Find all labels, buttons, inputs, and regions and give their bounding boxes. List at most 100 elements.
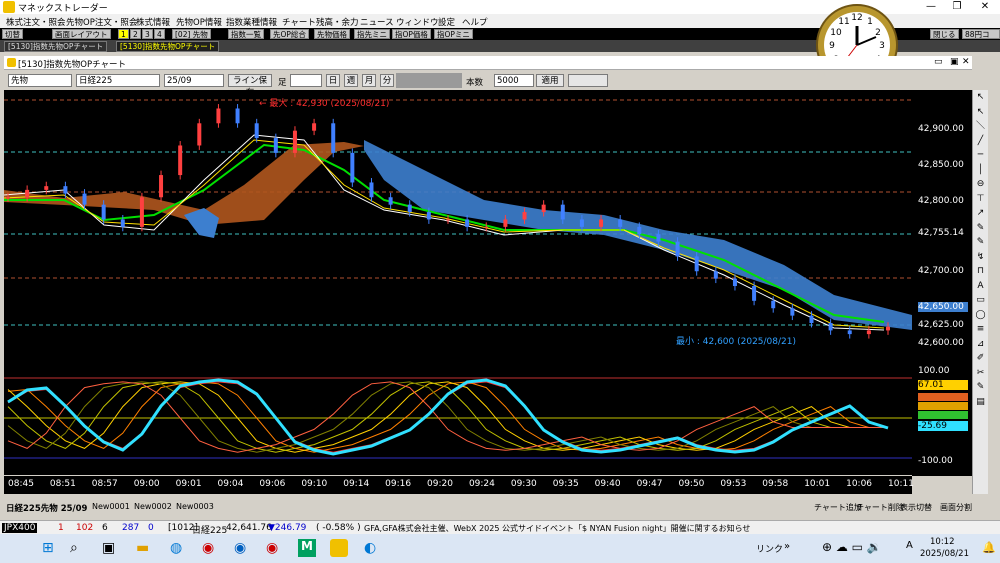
edge-icon[interactable]: ◍ (170, 540, 182, 556)
tray-chevron-icon[interactable]: » (784, 541, 790, 552)
candles (6, 104, 890, 339)
unit-minute-button[interactable]: 分 (380, 74, 394, 87)
chart-minimize-icon[interactable]: ▭ (934, 57, 943, 67)
tab-new0003[interactable]: New0003 (176, 502, 214, 511)
layout-select[interactable]: 画面レイアウト (52, 29, 111, 39)
menu-item[interactable]: ニュース (360, 16, 394, 28)
tab-nikkei-futures[interactable]: 日経225先物 25/09 (6, 502, 87, 514)
status-n1: 1 (58, 523, 64, 533)
chart-maximize-icon[interactable]: ▣ (950, 57, 959, 67)
toolbar-switch-button[interactable]: 切替 (2, 29, 23, 39)
candle-body (101, 204, 106, 220)
redacted-area (396, 73, 462, 88)
x-tick: 09:06 (259, 479, 286, 489)
contract-month-select[interactable]: 25/09 (164, 74, 224, 87)
layout-2-button[interactable]: 2 (130, 29, 141, 39)
display-switch-button[interactable]: 表示切替 (900, 502, 932, 513)
menu-item[interactable]: 先物OP情報 (176, 16, 222, 28)
apply-button[interactable]: 適用 (536, 74, 564, 87)
status-price: 42,641.76 (226, 523, 272, 533)
delete-chart-button[interactable]: チャート削除 (856, 502, 904, 513)
oscillator-panel[interactable] (4, 360, 912, 475)
op-summary-button[interactable]: 先OP総合 (270, 29, 309, 39)
osc-top-tick: 100.00 (918, 366, 950, 376)
screen-split-button[interactable]: 画面分割 (940, 502, 972, 513)
line-save-button[interactable]: ライン保存 (228, 74, 272, 98)
tab-new0002[interactable]: New0002 (134, 502, 172, 511)
menu-item[interactable]: チャート (282, 16, 316, 28)
candle-body (216, 108, 221, 124)
maximize-icon[interactable]: ❐ (946, 0, 968, 14)
windows-start-icon[interactable]: ⊞ (42, 540, 54, 556)
edge-browser-icon[interactable]: ◐ (364, 540, 376, 556)
menu-item[interactable]: 先物OP注文・照会 (66, 16, 137, 28)
candle-body (599, 219, 604, 227)
candle-body (732, 278, 737, 287)
mini-button[interactable]: 指先ミニ (354, 29, 390, 39)
op-mini-button[interactable]: 指OPミニ (434, 29, 473, 39)
menu-item[interactable]: 株式注文・照会 (6, 16, 66, 28)
menu-item[interactable]: 残高・余力 (316, 16, 359, 28)
candle-body (6, 197, 10, 199)
count-input[interactable]: 5000 (494, 74, 534, 87)
file-explorer-icon[interactable]: ▬ (136, 540, 149, 556)
unit-month-button[interactable]: 月 (362, 74, 376, 87)
news-ticker[interactable]: GFA,GFA株式会社主催、WebX 2025 公式サイドイベント「$ NYAN… (364, 523, 750, 534)
unit-day-button[interactable]: 日 (326, 74, 340, 87)
menu-item[interactable]: 株式情報 (136, 16, 170, 28)
status-percent: ( -0.58% ) (316, 523, 361, 533)
foot-value-input[interactable] (290, 74, 322, 87)
op-price-button[interactable]: 指OP価格 (392, 29, 431, 39)
app-icon-1[interactable]: ◉ (202, 540, 214, 556)
ime-icon[interactable]: A (906, 540, 913, 551)
tab-chart-2[interactable]: [5130]指数先物OPチャート (116, 41, 220, 52)
index-select[interactable]: 日経225 (76, 74, 160, 87)
add-chart-button[interactable]: チャート追加 (814, 502, 862, 513)
monex-trader-icon[interactable] (330, 539, 348, 557)
layout-3-button[interactable]: 3 (142, 29, 153, 39)
product-type-select[interactable]: 先物 (8, 74, 72, 87)
tab-chart-1[interactable]: [5130]指数先物OPチャート (4, 41, 108, 52)
layout-4-button[interactable]: 4 (154, 29, 165, 39)
monex-m-icon[interactable]: M (298, 539, 316, 557)
x-tick: 09:35 (552, 479, 579, 489)
index-list-button[interactable]: 指数一覧 (228, 29, 264, 39)
x-tick: 09:47 (636, 479, 663, 489)
x-tick: 09:20 (427, 479, 453, 489)
app-icon-3[interactable]: ◉ (266, 540, 278, 556)
tray-icons[interactable]: ⊕ ☁ ▭ 🔉 (822, 540, 882, 554)
menu-item[interactable]: 設定 (438, 16, 455, 28)
candle-body (790, 308, 795, 316)
chart-close-icon[interactable]: ✕ (962, 57, 970, 67)
x-tick: 09:40 (594, 479, 621, 489)
close-all-button[interactable]: 閉じる (930, 29, 959, 39)
layout-1-button[interactable]: 1 (118, 29, 129, 39)
menu-item[interactable]: ウィンドウ (396, 16, 439, 28)
tab-new0001[interactable]: New0001 (92, 502, 130, 511)
candle-body (388, 197, 393, 205)
close-icon[interactable]: ✕ (974, 0, 996, 14)
candle-body (446, 219, 450, 221)
x-axis: 08:45 08:51 08:57 09:00 09:01 09:04 09:06 09:10… (4, 476, 914, 494)
candle-body (350, 152, 355, 183)
search-icon[interactable]: ⌕ (70, 540, 78, 556)
task-view-icon[interactable]: ▣ (102, 540, 115, 556)
menu-item[interactable]: ヘルプ (462, 16, 488, 28)
yen-course-button[interactable]: 88円コー (962, 29, 1000, 49)
futures-price-button[interactable]: 先物価格 (314, 29, 350, 39)
candle-body (465, 219, 470, 227)
price-chart[interactable]: ← 最大 : 42,930 (2025/08/21) 最小 : 42,600 (… (4, 90, 912, 360)
x-tick: 09:10 (301, 479, 328, 489)
candle-body (197, 123, 202, 146)
menu-item[interactable]: 指数業種情報 (226, 16, 277, 28)
category-select[interactable]: [02] 先物 (172, 29, 211, 39)
unit-week-button[interactable]: 週 (344, 74, 358, 87)
taskbar-link-label[interactable]: リンク (756, 542, 783, 555)
candle-body (847, 330, 852, 335)
app-icon-2[interactable]: ◉ (234, 540, 246, 556)
minimize-icon[interactable]: — (920, 0, 942, 14)
notification-icon[interactable]: 🔔 (982, 541, 996, 554)
candle-body (254, 123, 259, 139)
chart-window-titlebar: [5130]指数先物OPチャート ▭ ▣ ✕ (4, 56, 972, 70)
moving-average-green (4, 143, 885, 323)
